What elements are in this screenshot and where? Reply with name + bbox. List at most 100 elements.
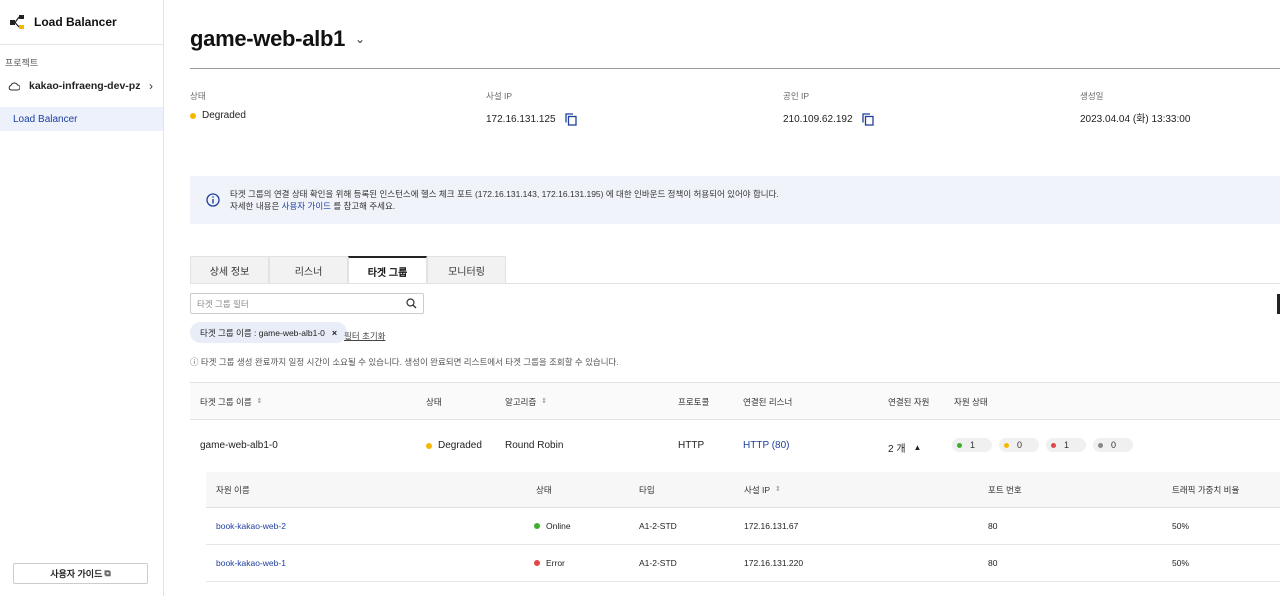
status-dot-icon xyxy=(957,442,962,448)
created-label: 생성일 xyxy=(1080,91,1104,101)
resource-ip: 172.16.131.220 xyxy=(744,558,804,568)
user-guide-link[interactable]: 사용자 가이드 xyxy=(282,201,331,211)
resource-ip: 172.16.131.67 xyxy=(744,521,799,531)
tg-status: Degraded xyxy=(426,440,482,451)
load-balancer-icon xyxy=(10,15,24,29)
brand-header[interactable]: Load Balancer xyxy=(0,0,163,45)
page-title: game-web-alb1 xyxy=(190,26,346,51)
creation-notice: ⓘ 타겟 그룹 생성 완료까지 일정 시간이 소요될 수 있습니다. 생성이 완… xyxy=(190,357,619,367)
th-resources: 연결된 자원 xyxy=(888,397,930,407)
th-status: 상태 xyxy=(426,397,442,407)
sort-icon[interactable]: ⇕ xyxy=(775,486,781,493)
close-icon[interactable]: × xyxy=(332,328,337,338)
info-icon xyxy=(206,193,220,207)
search-icon[interactable] xyxy=(406,298,417,309)
sort-icon[interactable]: ⇕ xyxy=(257,398,263,405)
resource-name-link[interactable]: book-kakao-web-2 xyxy=(216,521,286,531)
resource-name-link[interactable]: book-kakao-web-1 xyxy=(216,558,286,568)
tab-details[interactable]: 상세 정보 xyxy=(190,256,269,284)
status-dot-icon xyxy=(1004,442,1009,448)
filter-input[interactable] xyxy=(197,298,406,309)
resource-status-online: 1 xyxy=(952,438,992,452)
tg-status-text: Degraded xyxy=(438,440,482,451)
th-algorithm-label: 알고리즘 xyxy=(505,397,537,407)
th-algorithm[interactable]: 알고리즘 ⇕ xyxy=(505,396,547,408)
summary-created: 생성일 2023.04.04 (화) 13:33:00 xyxy=(1080,90,1190,125)
resource-status-unknown: 0 xyxy=(1093,438,1133,452)
sidebar: Load Balancer 프로젝트 kakao-infraeng-dev-pz… xyxy=(0,0,164,596)
sidebar-item-load-balancer[interactable]: Load Balancer xyxy=(0,107,163,131)
status-dot-icon xyxy=(534,523,540,529)
tab-listener[interactable]: 리스너 xyxy=(269,256,348,284)
brand-title: Load Balancer xyxy=(34,15,117,29)
subtable-header: 자원 이름 상태 타입 사설 IP ⇕ 포트 번호 트래픽 가중치 비율 xyxy=(206,472,1280,508)
user-guide-label: 사용자 가이드 xyxy=(50,569,103,579)
private-ip-label: 사설 IP xyxy=(486,91,513,101)
tab-target-group[interactable]: 타겟 그룹 xyxy=(348,256,427,284)
filter-chip[interactable]: 타겟 그룹 이름 : game-web-alb1-0 × xyxy=(190,322,348,343)
copy-icon[interactable] xyxy=(564,113,577,126)
sub-th-type: 타입 xyxy=(639,485,655,495)
tabs-divider xyxy=(190,283,1280,284)
public-ip-value: 210.109.62.192 xyxy=(783,113,874,126)
title-divider xyxy=(190,68,1280,69)
resource-type: A1-2-STD xyxy=(639,521,677,531)
info-line-1: 타겟 그룹의 연결 상태 확인을 위해 등록된 인스턴스에 헬스 체크 포트 (… xyxy=(230,189,779,199)
info-banner: 타겟 그룹의 연결 상태 확인을 위해 등록된 인스턴스에 헬스 체크 포트 (… xyxy=(190,176,1280,224)
unknown-count: 0 xyxy=(1111,440,1117,450)
resource-status: Online xyxy=(534,521,571,531)
status-dot-icon xyxy=(534,560,540,566)
external-link-icon: ⧉ xyxy=(104,568,111,578)
resource-status: Error xyxy=(534,558,565,568)
table-row[interactable]: book-kakao-web-2 Online A1-2-STD 172.16.… xyxy=(206,508,1280,545)
tg-name: game-web-alb1-0 xyxy=(200,440,278,451)
filter-reset-link[interactable]: 필터 초기화 xyxy=(344,330,385,342)
th-name[interactable]: 타겟 그룹 이름 ⇕ xyxy=(200,396,263,408)
summary-public-ip: 공인 IP 210.109.62.192 xyxy=(783,90,874,126)
chevron-down-icon[interactable]: ⌄ xyxy=(355,32,365,46)
private-ip-text: 172.16.131.125 xyxy=(486,114,556,125)
project-name: kakao-infraeng-dev-pz xyxy=(29,80,141,92)
resource-status-text: Online xyxy=(546,521,571,531)
info-line-2-prefix: 자세한 내용은 xyxy=(230,201,280,211)
sub-th-weight: 트래픽 가중치 비율 xyxy=(1172,485,1240,495)
sort-icon[interactable]: ⇕ xyxy=(541,398,547,405)
user-guide-button[interactable]: 사용자 가이드 ⧉ xyxy=(13,563,148,584)
status-text: Degraded xyxy=(202,110,246,121)
info-line-2: 자세한 내용은 사용자 가이드 를 참고해 주세요. xyxy=(230,200,779,212)
cloud-icon xyxy=(8,82,20,91)
resource-status-pills: 1 0 1 0 xyxy=(952,438,1140,452)
info-text: 타겟 그룹의 연결 상태 확인을 위해 등록된 인스턴스에 헬스 체크 포트 (… xyxy=(230,188,779,212)
created-value: 2023.04.04 (화) 13:33:00 xyxy=(1080,114,1191,125)
th-resource-status: 자원 상태 xyxy=(954,397,988,407)
target-group-filter[interactable] xyxy=(190,293,424,314)
filter-chip-label: 타겟 그룹 이름 : game-web-alb1-0 xyxy=(200,327,325,338)
table-header: 타겟 그룹 이름 ⇕ 상태 알고리즘 ⇕ 프로토콜 연결된 리스너 연결된 자원 자… xyxy=(190,382,1280,420)
resource-port: 80 xyxy=(988,558,998,568)
public-ip-label: 공인 IP xyxy=(783,91,810,101)
public-ip-text: 210.109.62.192 xyxy=(783,114,853,125)
resource-port: 80 xyxy=(988,521,998,531)
tg-resources-count: 2 개 xyxy=(888,444,906,455)
table-row[interactable]: book-kakao-web-1 Error A1-2-STD 172.16.1… xyxy=(206,545,1280,582)
sub-th-ip-label: 사설 IP xyxy=(744,485,771,495)
sub-th-ip[interactable]: 사설 IP ⇕ xyxy=(744,484,781,496)
status-value: Degraded xyxy=(190,110,246,121)
summary-panel: 상태 Degraded 사설 IP 172.16.131.125 공인 IP 2… xyxy=(190,90,1280,130)
chevron-up-icon[interactable]: ▲ xyxy=(914,443,922,452)
project-section-label: 프로젝트 xyxy=(5,58,39,68)
tg-listener-link[interactable]: HTTP (80) xyxy=(743,440,790,451)
th-listener: 연결된 리스너 xyxy=(743,397,793,407)
resource-weight: 50% xyxy=(1172,521,1190,531)
tg-resources[interactable]: 2 개 ▲ xyxy=(888,440,921,455)
status-dot-icon xyxy=(190,112,196,119)
tg-protocol: HTTP xyxy=(678,440,705,451)
copy-icon[interactable] xyxy=(861,113,874,126)
tab-monitoring[interactable]: 모니터링 xyxy=(427,256,506,284)
status-label: 상태 xyxy=(190,91,206,101)
summary-status: 상태 Degraded xyxy=(190,90,246,121)
status-dot-icon xyxy=(1098,442,1103,448)
project-selector[interactable]: kakao-infraeng-dev-pz › xyxy=(0,71,163,101)
tg-algorithm: Round Robin xyxy=(505,440,564,451)
table-row[interactable]: game-web-alb1-0 Degraded Round Robin HTT… xyxy=(190,420,1280,470)
